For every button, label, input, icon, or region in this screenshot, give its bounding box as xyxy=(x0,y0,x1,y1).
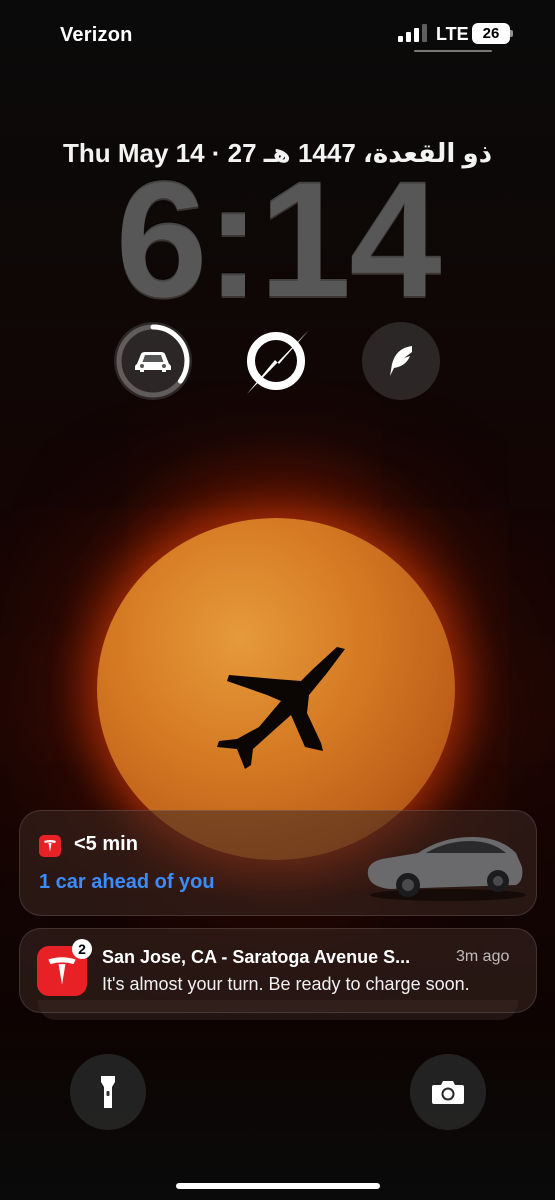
car-icon xyxy=(135,352,171,372)
tesla-logo-icon xyxy=(39,835,61,857)
flashlight-icon xyxy=(101,1076,115,1108)
notification-body: It's almost your turn. Be ready to charg… xyxy=(102,974,470,994)
status-bar: Verizon LTE 26 xyxy=(0,0,555,70)
lock-time: 6:14 xyxy=(115,147,441,332)
flashlight-button[interactable] xyxy=(70,1054,146,1130)
car-image xyxy=(367,837,526,901)
lock-widgets xyxy=(0,322,555,402)
tesla-live-activity[interactable]: <5 min 1 car ahead of you xyxy=(19,810,537,916)
orbit-icon xyxy=(247,330,309,394)
notification-time: 3m ago xyxy=(456,948,510,965)
feather-widget[interactable] xyxy=(362,322,440,400)
orbit-widget[interactable] xyxy=(237,322,315,400)
queue-status: 1 car ahead of you xyxy=(39,871,215,893)
cellular-signal-icon xyxy=(398,24,428,42)
notification-count-badge: 2 xyxy=(72,939,92,959)
camera-icon xyxy=(432,1081,464,1104)
network-type: LTE xyxy=(436,24,469,44)
tesla-notification[interactable]: 2 San Jose, CA - Saratoga Avenue S... 3m… xyxy=(19,928,537,1013)
battery-percent: 26 xyxy=(482,25,500,42)
camera-button[interactable] xyxy=(410,1054,486,1130)
feather-icon xyxy=(390,346,412,376)
tesla-battery-widget[interactable] xyxy=(114,322,192,400)
battery-icon: 26 xyxy=(472,23,510,44)
notification-title: San Jose, CA - Saratoga Avenue S... xyxy=(102,947,411,967)
carrier-name: Verizon xyxy=(60,24,133,46)
status-underline xyxy=(414,50,492,52)
eta-label: <5 min xyxy=(74,833,138,855)
home-indicator[interactable] xyxy=(176,1183,380,1189)
battery-tip xyxy=(510,30,513,37)
airplane-silhouette xyxy=(217,647,345,769)
